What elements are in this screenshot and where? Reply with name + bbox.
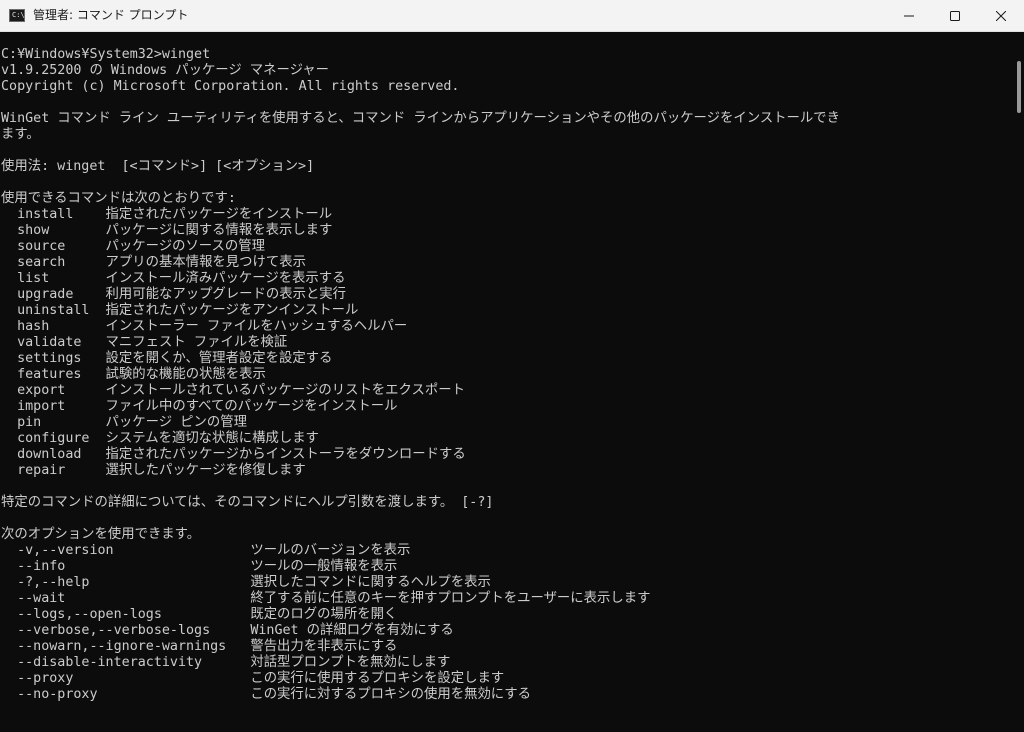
close-button[interactable] bbox=[978, 0, 1024, 31]
console-line: settings 設定を開くか、管理者設定を設定する bbox=[1, 351, 333, 366]
console-line: 使用法: winget [<コマンド>] [<オプション>] bbox=[1, 159, 315, 174]
console-line: ます。 bbox=[1, 127, 40, 142]
console-line: upgrade 利用可能なアップグレードの表示と実行 bbox=[1, 287, 347, 302]
console-line: --disable-interactivity 対話型プロンプトを無効にします bbox=[1, 655, 451, 670]
console-line: 次のオプションを使用できます。 bbox=[1, 527, 201, 542]
maximize-button[interactable] bbox=[932, 0, 978, 31]
console-line: -v,--version ツールのバージョンを表示 bbox=[1, 543, 411, 558]
console-line: --proxy この実行に使用するプロキシを設定します bbox=[1, 671, 505, 686]
title-bar[interactable]: C:\ 管理者: コマンド プロンプト bbox=[0, 0, 1024, 32]
console-line: 使用できるコマンドは次のとおりです: bbox=[1, 191, 236, 206]
console-line: 特定のコマンドの詳細については、そのコマンドにヘルプ引数を渡します。 [-?] bbox=[1, 495, 494, 510]
console-line: validate マニフェスト ファイルを検証 bbox=[1, 335, 288, 350]
maximize-icon bbox=[950, 10, 960, 21]
window-title: 管理者: コマンド プロンプト bbox=[33, 8, 189, 22]
console-line: list インストール済みパッケージを表示する bbox=[1, 271, 346, 286]
console-line: --logs,--open-logs 既定のログの場所を開く bbox=[1, 607, 398, 622]
console-line: show パッケージに関する情報を表示します bbox=[1, 223, 333, 238]
console-line: --nowarn,--ignore-warnings 警告出力を非表示にする bbox=[1, 639, 398, 654]
console-line: download 指定されたパッケージからインストーラをダウンロードする bbox=[1, 447, 466, 462]
console-line: pin パッケージ ピンの管理 bbox=[1, 415, 247, 430]
console-line: hash インストーラー ファイルをハッシュするヘルパー bbox=[1, 319, 408, 334]
console-line: source パッケージのソースの管理 bbox=[1, 239, 265, 254]
console-line: --no-proxy この実行に対するプロキシの使用を無効にする bbox=[1, 687, 532, 702]
console-line: v1.9.25200 の Windows パッケージ マネージャー bbox=[1, 63, 330, 78]
console-line: C:¥Windows¥System32>winget bbox=[1, 47, 211, 62]
cmd-icon[interactable]: C:\ bbox=[9, 9, 25, 22]
console-line: import ファイル中のすべてのパッケージをインストール bbox=[1, 399, 398, 414]
console-line: repair 選択したパッケージを修復します bbox=[1, 463, 306, 478]
console-line: features 試験的な機能の状態を表示 bbox=[1, 367, 266, 382]
minimize-button[interactable] bbox=[886, 0, 932, 31]
console-line: --verbose,--verbose-logs WinGet の詳細ログを有効… bbox=[1, 623, 454, 638]
console-line: search アプリの基本情報を見つけて表示 bbox=[1, 255, 306, 270]
console-line: -?,--help 選択したコマンドに関するヘルプを表示 bbox=[1, 575, 491, 590]
vertical-scrollbar[interactable] bbox=[1012, 32, 1024, 732]
console-line: --info ツールの一般情報を表示 bbox=[1, 559, 398, 574]
console-line: Copyright (c) Microsoft Corporation. All… bbox=[1, 79, 460, 94]
close-icon bbox=[996, 10, 1006, 21]
command-prompt-window: C:\ 管理者: コマンド プロンプト C:¥Windows¥System32>… bbox=[0, 0, 1024, 732]
console-line: --wait 終了する前に任意のキーを押すプロンプトをユーザーに表示します bbox=[1, 591, 651, 606]
console-line: configure システムを適切な状態に構成します bbox=[1, 431, 319, 446]
scrollbar-thumb[interactable] bbox=[1017, 61, 1021, 113]
console-line: export インストールされているパッケージのリストをエクスポート bbox=[1, 383, 465, 398]
minimize-icon bbox=[904, 15, 914, 16]
console-line: install 指定されたパッケージをインストール bbox=[1, 207, 333, 222]
console-output[interactable]: C:¥Windows¥System32>winget v1.9.25200 の W… bbox=[1, 47, 1001, 732]
console-line: uninstall 指定されたパッケージをアンインストール bbox=[1, 303, 359, 318]
cmd-icon-glyph: C:\ bbox=[12, 11, 25, 19]
console-line: WinGet コマンド ライン ユーティリティを使用すると、コマンド ラインから… bbox=[1, 111, 840, 126]
